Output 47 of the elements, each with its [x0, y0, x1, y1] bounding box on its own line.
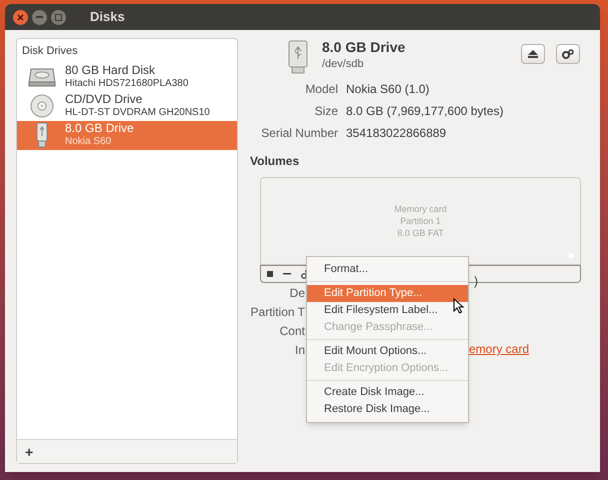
- drive-name: 8.0 GB Drive: [65, 122, 134, 135]
- hard-disk-icon: [28, 67, 56, 87]
- volumes-heading: Volumes: [250, 153, 300, 170]
- close-icon: [17, 14, 24, 20]
- drive-name: CD/DVD Drive: [65, 93, 144, 106]
- drive-list-item[interactable]: 80 GB Hard Disk Hitachi HDS721680PLA380: [17, 62, 237, 92]
- optical-disc-icon: [30, 94, 54, 118]
- field-value: 354183022866889: [346, 125, 448, 142]
- drive-model: Nokia S60: [65, 135, 112, 148]
- drive-list-item[interactable]: CD/DVD Drive HL-DT-ST DVDRAM GH20NS10: [17, 92, 237, 120]
- field-value: Nokia S60 (1.0): [346, 81, 430, 98]
- menu-item[interactable]: Restore Disk Image...: [307, 401, 468, 418]
- contents-link[interactable]: emory card: [469, 340, 530, 358]
- mouse-cursor-icon: [453, 298, 464, 314]
- field-label: Partition T: [250, 305, 305, 319]
- drive-title: 8.0 GB Drive: [322, 38, 406, 56]
- minimize-icon: [36, 16, 43, 18]
- menu-item[interactable]: Create Disk Image...: [307, 384, 468, 401]
- field-value: 8.0 GB (7,969,177,600 bytes): [346, 103, 504, 120]
- drive-name: 80 GB Hard Disk: [65, 64, 156, 77]
- usb-drive-icon: [288, 40, 308, 74]
- drive-model: Hitachi HDS721680PLA380: [65, 77, 188, 90]
- maximize-icon: [55, 14, 62, 20]
- menu-item[interactable]: Edit Filesystem Label...: [307, 302, 468, 319]
- minus-icon[interactable]: [283, 273, 291, 275]
- partition-label: Memory card: [394, 203, 447, 215]
- add-drive-button[interactable]: +: [25, 444, 34, 458]
- maximize-button[interactable]: [51, 10, 66, 24]
- device-path: /dev/sdb: [322, 57, 365, 72]
- eject-button[interactable]: [521, 44, 545, 64]
- section-heading: Disk Drives: [21, 44, 79, 59]
- field-label: De: [290, 286, 305, 300]
- field-label: Serial Number: [260, 125, 338, 142]
- eject-icon: [528, 50, 538, 58]
- partition-label: Partition 1: [400, 215, 441, 227]
- window-title: Disks: [90, 8, 125, 26]
- minimize-button[interactable]: [32, 10, 47, 24]
- settings-button[interactable]: [556, 44, 580, 64]
- partition-label: 8.0 GB FAT: [397, 227, 444, 239]
- close-button[interactable]: [13, 10, 28, 24]
- drive-model: HL-DT-ST DVDRAM GH20NS10: [65, 106, 210, 119]
- field-label: Cont: [280, 324, 305, 338]
- field-label: Model: [304, 81, 338, 98]
- usb-drive-icon: [36, 122, 48, 148]
- menu-item[interactable]: Edit Mount Options...: [307, 343, 468, 360]
- field-label: Size: [314, 103, 338, 120]
- field-label: In: [294, 343, 305, 357]
